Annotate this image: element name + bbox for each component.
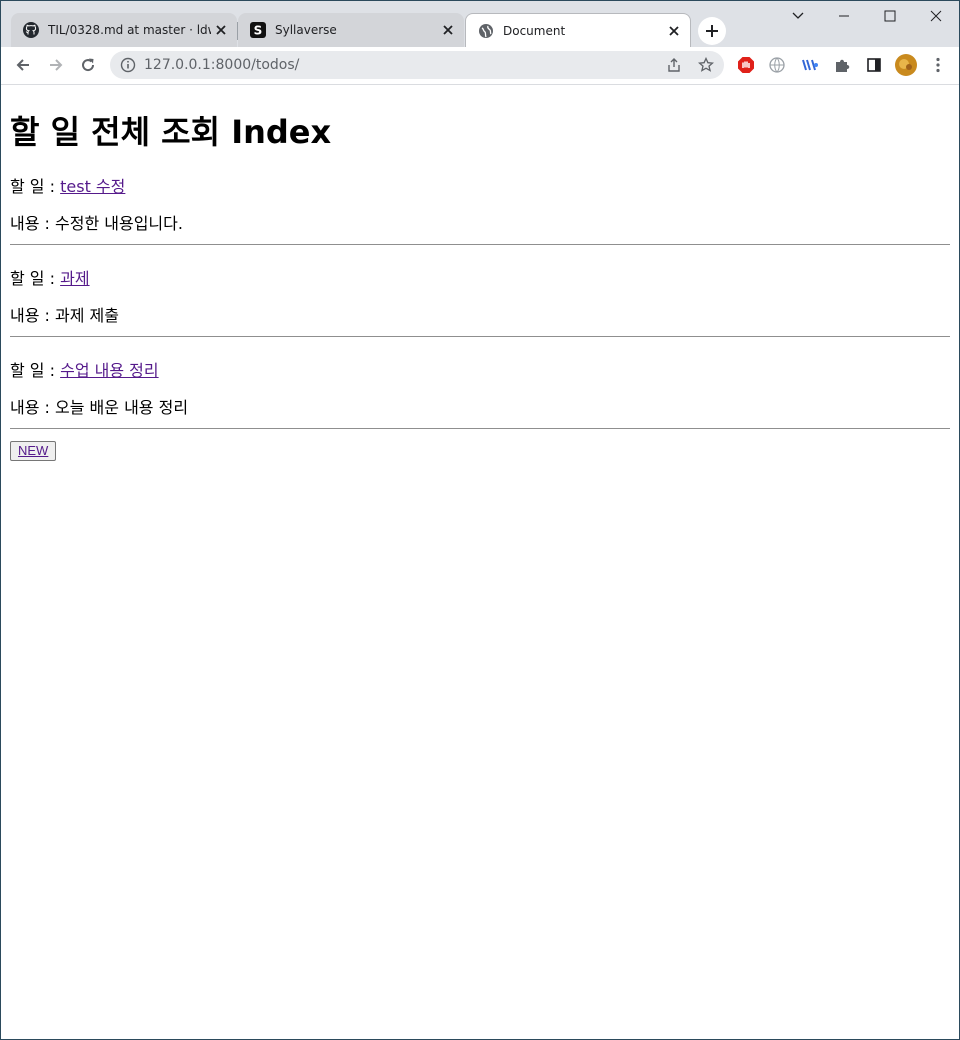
content-label: 내용 : <box>10 398 50 417</box>
menu-kebab-icon[interactable] <box>924 51 952 79</box>
todo-title-line: 할 일 : 과제 <box>10 265 90 289</box>
close-icon[interactable] <box>211 20 231 40</box>
tab-search-button[interactable] <box>775 1 821 31</box>
reader-extension-icon[interactable] <box>796 51 824 79</box>
minimize-icon <box>839 15 849 17</box>
content-label: 내용 : <box>10 214 50 233</box>
extensions-puzzle-icon[interactable] <box>828 51 856 79</box>
close-icon[interactable] <box>438 20 458 40</box>
globe-icon <box>478 23 494 39</box>
back-button[interactable] <box>9 51 37 79</box>
tab-syllaverse[interactable]: S Syllaverse <box>238 13 464 47</box>
todo-content: 과제 제출 <box>55 306 119 325</box>
todo-content: 오늘 배운 내용 정리 <box>55 398 189 417</box>
divider <box>10 428 950 429</box>
page-content: 할 일 전체 조회 Index 할 일 : test 수정 내용 : 수정한 내… <box>1 85 959 1039</box>
todo-link[interactable]: 수업 내용 정리 <box>60 361 159 380</box>
page-title: 할 일 전체 조회 Index <box>10 113 332 151</box>
tab-strip: TIL/0328.md at master · ldwlg S Syllaver… <box>1 1 959 47</box>
syllaverse-icon: S <box>250 22 266 38</box>
star-icon[interactable] <box>696 55 716 75</box>
divider <box>10 336 950 337</box>
todo-label: 할 일 : <box>10 177 56 196</box>
maximize-icon <box>884 10 896 22</box>
close-icon <box>930 10 942 22</box>
reload-icon <box>82 58 95 72</box>
todo-title-line: 할 일 : 수업 내용 정리 <box>10 357 159 381</box>
browser-window: TIL/0328.md at master · ldwlg S Syllaver… <box>0 0 960 1040</box>
browser-toolbar: 127.0.0.1:8000/todos/ <box>1 47 959 85</box>
forward-button[interactable] <box>42 51 70 79</box>
side-panel-icon[interactable] <box>860 51 888 79</box>
content-label: 내용 : <box>10 306 50 325</box>
window-close-button[interactable] <box>913 1 959 31</box>
todo-content-line: 내용 : 수정한 내용입니다. <box>10 210 183 234</box>
minimize-button[interactable] <box>821 1 867 31</box>
todo-label: 할 일 : <box>10 361 56 380</box>
todo-content: 수정한 내용입니다. <box>55 214 183 233</box>
tab-title: TIL/0328.md at master · ldwlg <box>48 23 211 37</box>
share-icon[interactable] <box>664 55 684 75</box>
maximize-button[interactable] <box>867 1 913 31</box>
tab-github[interactable]: TIL/0328.md at master · ldwlg <box>11 13 237 47</box>
address-bar[interactable]: 127.0.0.1:8000/todos/ <box>110 51 724 79</box>
arrow-left-icon <box>16 59 29 71</box>
translate-extension-icon[interactable] <box>763 51 791 79</box>
url-text[interactable]: 127.0.0.1:8000/todos/ <box>144 51 299 79</box>
new-todo-button[interactable]: NEW <box>10 441 57 461</box>
plus-icon <box>706 25 718 37</box>
profile-avatar[interactable] <box>892 51 920 79</box>
divider <box>10 244 950 245</box>
todo-content-line: 내용 : 과제 제출 <box>10 302 119 326</box>
tab-title: Document <box>503 23 566 38</box>
chevron-down-icon <box>792 12 804 19</box>
new-tab-button[interactable] <box>698 17 726 45</box>
svg-text:S: S <box>254 24 263 38</box>
todo-content-line: 내용 : 오늘 배운 내용 정리 <box>10 394 188 418</box>
tab-title: Syllaverse <box>275 23 337 37</box>
adblock-extension-icon[interactable] <box>732 51 760 79</box>
info-icon[interactable] <box>120 57 136 73</box>
github-icon <box>23 22 39 38</box>
close-icon[interactable] <box>664 21 684 41</box>
tab-document[interactable]: Document <box>465 13 691 47</box>
todo-title-line: 할 일 : test 수정 <box>10 173 125 197</box>
reload-button[interactable] <box>74 51 102 79</box>
todo-link[interactable]: test 수정 <box>60 177 125 196</box>
todo-link[interactable]: 과제 <box>60 269 89 288</box>
arrow-right-icon <box>50 59 63 71</box>
todo-label: 할 일 : <box>10 269 56 288</box>
